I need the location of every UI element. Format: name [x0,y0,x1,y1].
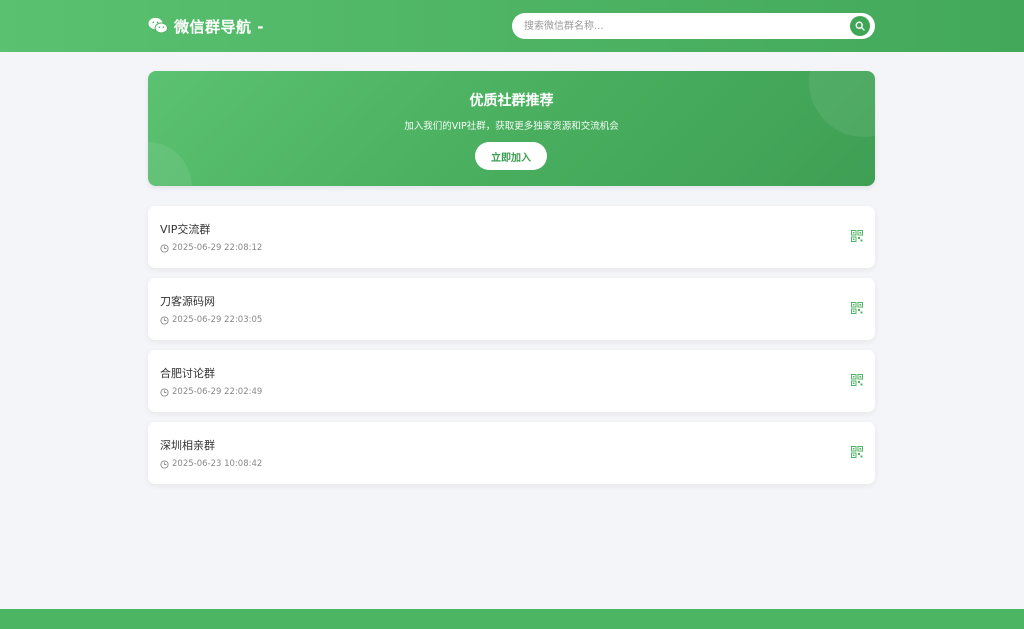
page-footer [0,609,1024,629]
group-time: 2025-06-29 22:02:49 [160,387,262,397]
group-name: 刀客源码网 [160,295,215,308]
clock-icon [160,315,169,325]
group-time: 2025-06-29 22:08:12 [160,243,262,253]
search-icon [855,21,865,31]
promo-banner: 优质社群推荐 加入我们的VIP社群，获取更多独家资源和交流机会 立即加入 [148,71,875,186]
group-card[interactable]: VIP交流群 2025-06-29 22:08:12 [148,206,875,268]
group-time: 2025-06-23 10:08:42 [160,459,262,469]
banner-title: 优质社群推荐 [469,93,554,109]
top-navbar: 微信群导航 - [0,0,1024,52]
group-name: VIP交流群 [160,223,211,236]
search-bar [512,13,875,39]
group-time-text: 2025-06-29 22:03:05 [172,315,263,325]
banner-subtitle: 加入我们的VIP社群，获取更多独家资源和交流机会 [404,121,619,132]
qrcode-icon[interactable] [851,302,863,314]
group-card[interactable]: 刀客源码网 2025-06-29 22:03:05 [148,278,875,340]
brand-title: 微信群导航 - [174,17,264,36]
qrcode-icon[interactable] [851,374,863,386]
qrcode-icon[interactable] [851,230,863,242]
brand-logo[interactable]: 微信群导航 - [148,14,264,38]
join-now-button[interactable]: 立即加入 [475,142,547,170]
clock-icon [160,387,169,397]
group-time-text: 2025-06-29 22:08:12 [172,243,263,253]
group-name: 合肥讨论群 [160,367,215,380]
group-time-text: 2025-06-29 22:02:49 [172,387,263,397]
group-card[interactable]: 合肥讨论群 2025-06-29 22:02:49 [148,350,875,412]
group-card[interactable]: 深圳相亲群 2025-06-23 10:08:42 [148,422,875,484]
qrcode-icon[interactable] [851,446,863,458]
group-name: 深圳相亲群 [160,439,215,452]
clock-icon [160,459,169,469]
group-time: 2025-06-29 22:03:05 [160,315,262,325]
decorative-circle [148,142,192,186]
wechat-icon [148,17,168,34]
search-input[interactable] [512,14,832,38]
clock-icon [160,243,169,253]
search-button[interactable] [850,16,870,36]
group-time-text: 2025-06-23 10:08:42 [172,459,263,469]
